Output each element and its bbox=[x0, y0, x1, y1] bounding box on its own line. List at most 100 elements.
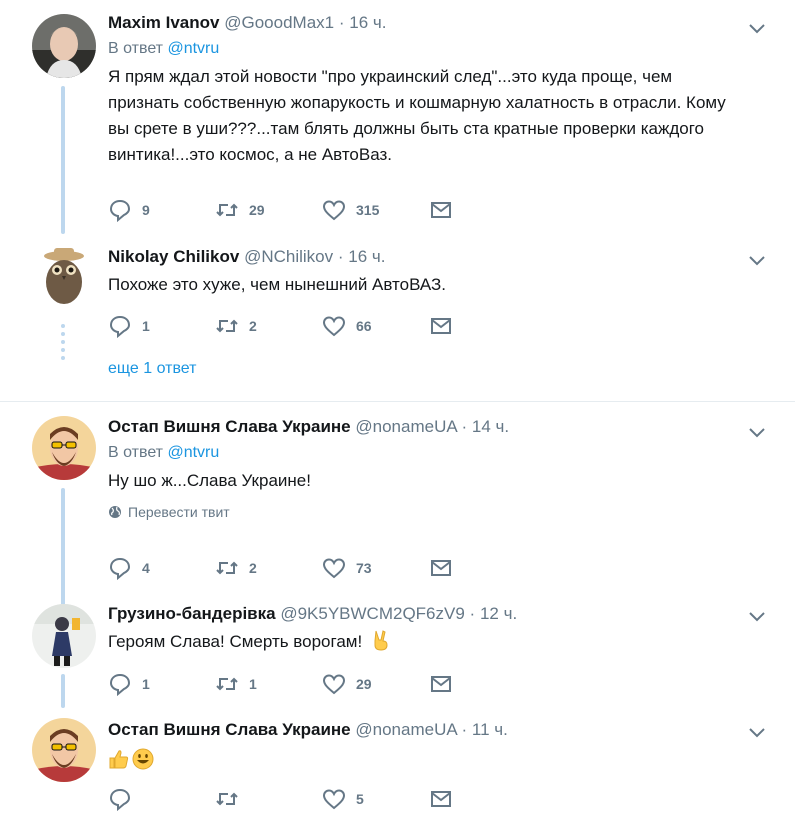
avatar[interactable] bbox=[32, 14, 96, 78]
author-handle[interactable]: @9K5YBWCM2QF6zV9 bbox=[280, 604, 464, 623]
author-handle[interactable]: @GooodMax1 bbox=[224, 13, 334, 32]
separator: · bbox=[337, 247, 344, 266]
retweet-count: 1 bbox=[249, 676, 257, 692]
like-count: 29 bbox=[356, 676, 372, 692]
direct-message-button[interactable] bbox=[429, 198, 536, 222]
chevron-down-icon[interactable] bbox=[747, 722, 767, 742]
tweet-text: Похоже это хуже, чем нынешний АвтоВАЗ. bbox=[108, 275, 447, 294]
reply-button[interactable] bbox=[108, 787, 215, 811]
victory-hand-emoji bbox=[374, 630, 388, 651]
separator: · bbox=[461, 720, 468, 739]
like-button[interactable]: 66 bbox=[322, 314, 429, 338]
author-name[interactable]: Грузино-бандерівка bbox=[108, 604, 276, 623]
timestamp[interactable]: 11 ч. bbox=[472, 720, 508, 739]
reply-to-link[interactable]: @ntvru bbox=[167, 40, 219, 57]
retweet-icon bbox=[216, 319, 238, 333]
separator: · bbox=[461, 417, 468, 436]
like-icon bbox=[322, 789, 346, 810]
timestamp[interactable]: 14 ч. bbox=[472, 417, 509, 436]
chevron-down-icon[interactable] bbox=[747, 422, 767, 442]
retweet-icon bbox=[216, 677, 238, 691]
direct-message-icon bbox=[431, 676, 451, 692]
reply-button[interactable]: 4 bbox=[108, 556, 215, 580]
tweet-text-content: Героям Слава! Смерть ворогам! bbox=[108, 632, 363, 651]
direct-message-button[interactable] bbox=[429, 556, 536, 580]
retweet-count: 2 bbox=[249, 560, 257, 576]
thread-line bbox=[61, 674, 65, 708]
like-count: 5 bbox=[356, 791, 364, 807]
reply-count: 9 bbox=[142, 202, 150, 218]
like-icon bbox=[322, 200, 346, 221]
retweet-count: 2 bbox=[249, 318, 257, 334]
separator: · bbox=[469, 604, 476, 623]
retweet-button[interactable]: 1 bbox=[215, 672, 322, 696]
avatar[interactable] bbox=[32, 416, 96, 480]
like-button[interactable]: 29 bbox=[322, 672, 429, 696]
retweet-count: 29 bbox=[249, 202, 265, 218]
retweet-icon bbox=[216, 561, 238, 575]
separator: · bbox=[338, 13, 345, 32]
direct-message-button[interactable] bbox=[429, 787, 536, 811]
retweet-button[interactable]: 2 bbox=[215, 314, 322, 338]
show-more-replies-link[interactable]: еще 1 ответ bbox=[108, 360, 196, 378]
reply-count: 1 bbox=[142, 318, 150, 334]
direct-message-icon bbox=[431, 202, 451, 218]
tweet-text: Ну шо ж...Слава Украине! bbox=[108, 471, 311, 490]
reply-count: 4 bbox=[142, 560, 150, 576]
reply-context: В ответ @ntvru bbox=[108, 442, 775, 464]
reply-icon bbox=[109, 788, 131, 811]
chevron-down-icon[interactable] bbox=[747, 18, 767, 38]
timestamp[interactable]: 16 ч. bbox=[349, 13, 386, 32]
reply-icon bbox=[109, 315, 131, 338]
author-name[interactable]: Maxim Ivanov bbox=[108, 13, 220, 32]
like-icon bbox=[322, 316, 346, 337]
like-count: 315 bbox=[356, 202, 380, 218]
divider bbox=[0, 401, 795, 402]
reply-to-link[interactable]: @ntvru bbox=[167, 444, 219, 461]
reply-button[interactable]: 9 bbox=[108, 198, 215, 222]
retweet-button[interactable]: 29 bbox=[215, 198, 322, 222]
translate-label[interactable]: Перевести твит bbox=[128, 504, 230, 520]
author-handle[interactable]: @nonameUA bbox=[355, 417, 456, 436]
like-icon bbox=[322, 558, 346, 579]
like-count: 66 bbox=[356, 318, 372, 334]
like-count: 73 bbox=[356, 560, 372, 576]
chevron-down-icon[interactable] bbox=[747, 250, 767, 270]
reply-button[interactable]: 1 bbox=[108, 314, 215, 338]
retweet-button[interactable] bbox=[215, 787, 322, 811]
retweet-button[interactable]: 2 bbox=[215, 556, 322, 580]
like-icon bbox=[322, 674, 346, 695]
author-handle[interactable]: @nonameUA bbox=[355, 720, 456, 739]
direct-message-button[interactable] bbox=[429, 672, 536, 696]
direct-message-icon bbox=[431, 791, 451, 807]
chevron-down-icon[interactable] bbox=[747, 606, 767, 626]
timestamp[interactable]: 16 ч. bbox=[348, 247, 385, 266]
like-button[interactable]: 5 bbox=[322, 787, 429, 811]
smiley-emoji bbox=[132, 748, 154, 770]
avatar[interactable] bbox=[32, 242, 96, 306]
timestamp[interactable]: 12 ч. bbox=[480, 604, 517, 623]
thumbs-up-emoji bbox=[109, 749, 129, 769]
reply-count: 1 bbox=[142, 676, 150, 692]
tweet-text: Я прям ждал этой новости "про украинский… bbox=[108, 67, 726, 164]
retweet-icon bbox=[216, 792, 238, 806]
author-name[interactable]: Nikolay Chilikov bbox=[108, 247, 239, 266]
like-button[interactable]: 315 bbox=[322, 198, 429, 222]
reply-prefix: В ответ bbox=[108, 444, 164, 461]
direct-message-button[interactable] bbox=[429, 314, 536, 338]
tweet-text bbox=[108, 745, 775, 771]
retweet-icon bbox=[216, 203, 238, 217]
reply-context: В ответ @ntvru bbox=[108, 38, 775, 60]
thread-dots bbox=[60, 324, 66, 364]
translate-tweet-link[interactable]: Перевести твит bbox=[108, 504, 775, 520]
reply-prefix: В ответ bbox=[108, 40, 164, 57]
author-name[interactable]: Остап Вишня Слава Украине bbox=[108, 417, 351, 436]
globe-icon bbox=[109, 506, 121, 518]
like-button[interactable]: 73 bbox=[322, 556, 429, 580]
avatar[interactable] bbox=[32, 604, 96, 668]
reply-button[interactable]: 1 bbox=[108, 672, 215, 696]
avatar[interactable] bbox=[32, 718, 96, 782]
author-name[interactable]: Остап Вишня Слава Украине bbox=[108, 720, 351, 739]
author-handle[interactable]: @NChilikov bbox=[244, 247, 333, 266]
reply-icon bbox=[109, 557, 131, 580]
